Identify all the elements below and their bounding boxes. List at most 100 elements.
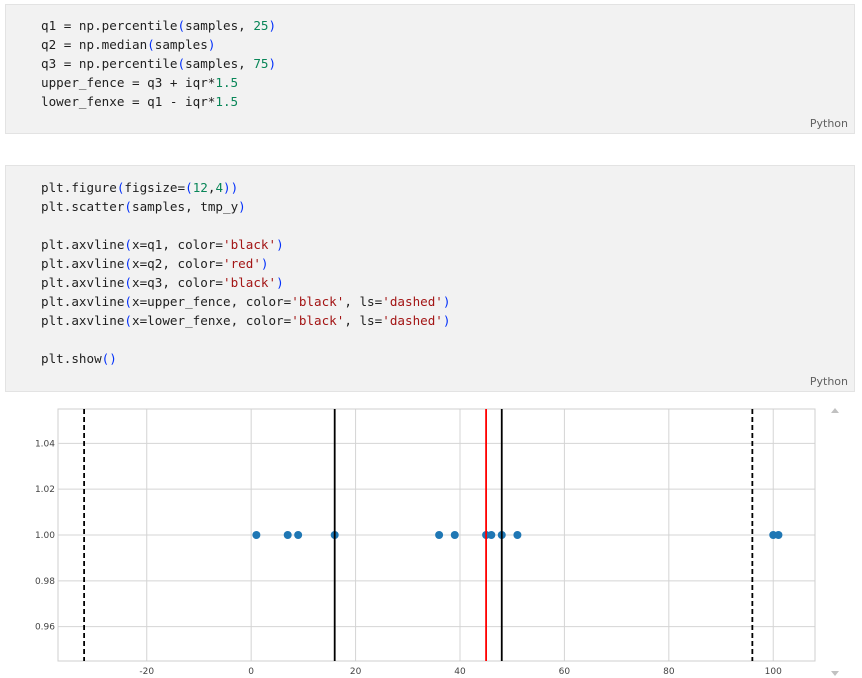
code-token: x=q1, color= bbox=[132, 237, 223, 252]
x-tick-label: -20 bbox=[139, 667, 154, 677]
code-token: ) bbox=[442, 313, 451, 328]
x-tick-label: 40 bbox=[454, 667, 466, 677]
x-tick-label: 80 bbox=[663, 667, 675, 677]
code-token: ( bbox=[185, 180, 193, 195]
output-scrollbar[interactable] bbox=[827, 404, 843, 676]
language-label-2[interactable]: Python bbox=[810, 375, 848, 388]
scroll-up-icon[interactable] bbox=[831, 408, 839, 413]
code-line: plt.axvline(x=upper_fence, color='black'… bbox=[41, 292, 451, 311]
code-token: q3 = np.percentile bbox=[41, 56, 178, 71]
code-token: 25 bbox=[253, 18, 269, 33]
code-token: x=q3, color= bbox=[132, 275, 223, 290]
scatter-point bbox=[294, 531, 303, 539]
code-token: 'dashed' bbox=[382, 313, 443, 328]
code-token: , ls= bbox=[344, 313, 383, 328]
code-token: ( bbox=[124, 256, 132, 271]
code-line: plt.figure(figsize=(12,4)) bbox=[41, 178, 451, 197]
code-cell-2[interactable]: plt.figure(figsize=(12,4)) plt.scatter(sa… bbox=[5, 165, 855, 392]
code-line: plt.axvline(x=lower_fenxe, color='black'… bbox=[41, 311, 451, 330]
code-token: )) bbox=[223, 180, 239, 195]
code-token: x=lower_fenxe, color= bbox=[132, 313, 292, 328]
code-token: 4 bbox=[215, 180, 224, 195]
code-token: samples, tmp_y bbox=[132, 199, 239, 214]
code-token: ( bbox=[124, 199, 132, 214]
code-line: q1 = np.percentile(samples, 25) bbox=[41, 16, 276, 35]
scatter-point bbox=[283, 531, 292, 539]
code-token: plt.figure bbox=[41, 180, 117, 195]
code-token: () bbox=[101, 351, 117, 366]
y-tick-label: 0.96 bbox=[35, 623, 55, 633]
code-token: samples, bbox=[185, 56, 254, 71]
code-line: plt.axvline(x=q1, color='black') bbox=[41, 235, 451, 254]
code-token: plt.axvline bbox=[41, 313, 125, 328]
code-token: ( bbox=[177, 56, 186, 71]
cell-output: -20 0 20 40 60 80 100 0.96 0.98 1.00 1.02 1.04 bbox=[5, 398, 855, 678]
code-editor-1[interactable]: q1 = np.percentile(samples, 25) q2 = np.m… bbox=[41, 16, 276, 111]
code-token: ) bbox=[238, 199, 246, 214]
code-token: x=upper_fence, color= bbox=[132, 294, 292, 309]
scatter-point bbox=[435, 531, 444, 539]
code-token: ) bbox=[207, 37, 216, 52]
code-token: x=q2, color= bbox=[132, 256, 223, 271]
code-token: 'dashed' bbox=[382, 294, 443, 309]
code-token: ) bbox=[276, 237, 284, 252]
code-token: 'black' bbox=[291, 294, 345, 309]
code-token: 'black' bbox=[291, 313, 345, 328]
code-token: plt.axvline bbox=[41, 237, 125, 252]
x-tick-label: 100 bbox=[765, 667, 782, 677]
code-token: q2 = np.median bbox=[41, 37, 148, 52]
code-token: 'red' bbox=[223, 256, 261, 271]
scatter-point bbox=[513, 531, 522, 539]
code-token: ( bbox=[147, 37, 155, 52]
x-tick-label: 20 bbox=[350, 667, 362, 677]
scatter-point bbox=[252, 531, 261, 539]
code-token: samples bbox=[154, 37, 208, 52]
code-line: plt.scatter(samples, tmp_y) bbox=[41, 197, 451, 216]
code-token: 'black' bbox=[223, 275, 277, 290]
code-line: plt.show() bbox=[41, 349, 451, 368]
y-tick-label: 1.04 bbox=[35, 439, 55, 449]
code-cell-1[interactable]: q1 = np.percentile(samples, 25) q2 = np.m… bbox=[5, 4, 855, 134]
code-token: samples, bbox=[185, 18, 254, 33]
code-token: ) bbox=[276, 275, 284, 290]
scatter-plot: -20 0 20 40 60 80 100 0.96 0.98 1.00 1.02 1.04 bbox=[35, 408, 816, 677]
code-line: q2 = np.median(samples) bbox=[41, 35, 276, 54]
y-tick-label: 0.98 bbox=[35, 577, 55, 587]
x-tick-label: 0 bbox=[248, 667, 254, 677]
code-token: 1.5 bbox=[215, 94, 239, 109]
code-token: ( bbox=[124, 237, 132, 252]
x-tick-label: 60 bbox=[559, 667, 571, 677]
code-token: 1.5 bbox=[215, 75, 239, 90]
code-token: 12 bbox=[192, 180, 208, 195]
code-editor-2[interactable]: plt.figure(figsize=(12,4)) plt.scatter(sa… bbox=[41, 178, 451, 368]
code-token: plt.scatter bbox=[41, 199, 125, 214]
code-token: , ls= bbox=[344, 294, 383, 309]
y-tick-label: 1.02 bbox=[35, 485, 55, 495]
code-token: plt.axvline bbox=[41, 275, 125, 290]
scatter-point bbox=[450, 531, 459, 539]
code-token: plt.axvline bbox=[41, 256, 125, 271]
scatter-point bbox=[774, 531, 783, 539]
code-token: q1 = np.percentile bbox=[41, 18, 178, 33]
code-token: ) bbox=[268, 18, 277, 33]
code-token: plt.show bbox=[41, 351, 102, 366]
language-label-1[interactable]: Python bbox=[810, 117, 848, 130]
code-token: ( bbox=[124, 313, 132, 328]
code-line: upper_fence = q3 + iqr*1.5 bbox=[41, 73, 276, 92]
code-token: upper_fence = q3 + iqr* bbox=[41, 75, 216, 90]
code-token: 'black' bbox=[223, 237, 277, 252]
code-token: figsize= bbox=[124, 180, 186, 195]
code-token: ( bbox=[177, 18, 186, 33]
code-token: 75 bbox=[253, 56, 269, 71]
code-token: ) bbox=[268, 56, 277, 71]
y-tick-label: 1.00 bbox=[35, 531, 55, 541]
code-line: lower_fenxe = q1 - iqr*1.5 bbox=[41, 92, 276, 111]
code-token: ) bbox=[260, 256, 269, 271]
scroll-down-icon[interactable] bbox=[831, 671, 839, 676]
code-line: plt.axvline(x=q3, color='black') bbox=[41, 273, 451, 292]
code-token: plt.axvline bbox=[41, 294, 125, 309]
code-line: q3 = np.percentile(samples, 75) bbox=[41, 54, 276, 73]
code-token: ( bbox=[124, 275, 132, 290]
